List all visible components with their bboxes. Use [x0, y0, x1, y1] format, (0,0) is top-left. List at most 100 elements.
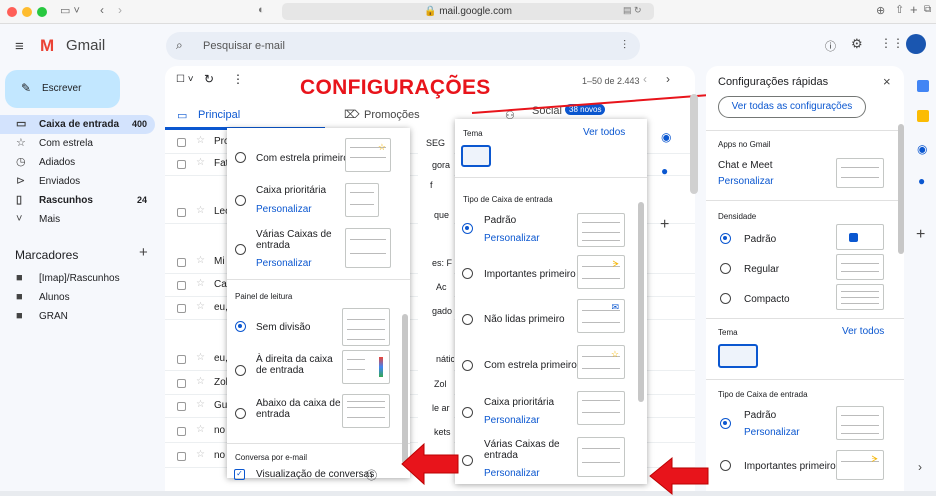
- sidebar-item-inbox[interactable]: ▭ Caixa de entrada 400: [0, 115, 155, 134]
- inbox-default-customize-link[interactable]: Personalizar: [744, 427, 800, 438]
- quick-settings-panel: Configurações rápidas × Ver todas as con…: [706, 66, 904, 491]
- radio-inbox-important-first[interactable]: [720, 460, 731, 471]
- sidebar-toggle-icon[interactable]: ▭ ˅: [60, 4, 80, 17]
- theme-see-all-link[interactable]: Ver todos: [583, 127, 625, 138]
- preview-thumbnail: [345, 183, 379, 217]
- sidebar-item-snoozed[interactable]: ◷ Adiados: [0, 153, 155, 172]
- tab-promocoes[interactable]: ⌦ Promoções: [340, 100, 450, 130]
- partial-content-column: SEG gora f que es: F Ac gado nátic Zol l…: [418, 132, 454, 487]
- keep-icon[interactable]: [917, 110, 929, 122]
- multi-customize-link[interactable]: Personalizar: [484, 468, 540, 479]
- apps-grid-icon[interactable]: ⋮⋮: [880, 36, 904, 50]
- tasks-icon[interactable]: ◉: [661, 130, 671, 144]
- radio-density-regular[interactable]: [720, 263, 731, 274]
- theme-see-all-link[interactable]: Ver todos: [842, 326, 884, 337]
- label-icon: ■: [16, 291, 23, 303]
- calendar-icon[interactable]: [917, 80, 929, 92]
- default-customize-link[interactable]: Personalizar: [484, 233, 540, 244]
- radio-priority-inbox[interactable]: [462, 407, 473, 418]
- address-bar[interactable]: 🔒 mail.google.com: [282, 3, 654, 20]
- theme-thumbnail[interactable]: [718, 344, 758, 368]
- annotation-arrow-middle: [649, 456, 709, 496]
- select-all-checkbox[interactable]: ☐ ˅: [176, 74, 194, 85]
- add-label-icon[interactable]: +: [139, 244, 148, 261]
- chevron-down-icon: ˅: [16, 213, 23, 225]
- expand-side-panel-icon[interactable]: ›: [918, 460, 922, 474]
- radio-inbox-default[interactable]: [720, 418, 731, 429]
- preview-thumbnail: ☆: [345, 138, 391, 172]
- radio-important-first[interactable]: [462, 268, 473, 279]
- settings-gear-icon[interactable]: ⚙: [851, 36, 863, 52]
- contacts-icon[interactable]: ●: [918, 174, 925, 188]
- label-item[interactable]: ■ Alunos: [0, 288, 155, 307]
- priority-customize-link[interactable]: Personalizar: [256, 204, 312, 215]
- preview-thumbnail: ᗒ: [836, 450, 884, 480]
- contacts-icon[interactable]: ●: [661, 164, 668, 178]
- theme-thumbnail[interactable]: [461, 145, 491, 167]
- radio-default-inbox[interactable]: [462, 223, 473, 234]
- close-window-button[interactable]: [7, 7, 17, 17]
- radio-starred-first[interactable]: [235, 152, 246, 163]
- shield-icon[interactable]: ◐: [258, 4, 265, 16]
- close-icon[interactable]: ×: [883, 74, 891, 89]
- search-bar[interactable]: ⌕ Pesquisar e-mail ⫶: [166, 32, 640, 60]
- tasks-icon[interactable]: ◉: [917, 142, 927, 156]
- label-item[interactable]: ■ GRAN: [0, 307, 155, 326]
- radio-below-inbox[interactable]: [235, 408, 246, 419]
- priority-customize-link[interactable]: Personalizar: [484, 415, 540, 426]
- radio-right-of-inbox[interactable]: [235, 365, 246, 376]
- middle-panel-scrollbar[interactable]: [638, 202, 644, 402]
- sidebar-item-drafts[interactable]: ▯ Rascunhos 24: [0, 191, 155, 210]
- forward-icon[interactable]: ›: [118, 3, 122, 17]
- more-icon[interactable]: ⋮: [232, 72, 244, 86]
- preview-thumbnail: [836, 254, 884, 280]
- compose-button[interactable]: ✎ Escrever: [5, 70, 120, 108]
- inbox-icon: ▭: [16, 118, 27, 130]
- radio-unread-first[interactable]: [462, 314, 473, 325]
- tab-principal[interactable]: ▭ Principal: [165, 100, 325, 130]
- sidebar-item-more[interactable]: ˅ Mais: [0, 210, 155, 229]
- radio-density-compact[interactable]: [720, 293, 731, 304]
- label-item[interactable]: ■ [Imap]/Rascunhos: [0, 269, 155, 288]
- search-icon[interactable]: ⌕: [176, 38, 183, 53]
- download-icon[interactable]: ⊕: [876, 4, 885, 17]
- labels-title: Marcadores: [15, 248, 79, 262]
- tabs-overview-icon[interactable]: ⧉: [924, 4, 931, 15]
- multi-customize-link[interactable]: Personalizar: [256, 258, 312, 269]
- new-tab-icon[interactable]: +: [910, 2, 918, 17]
- refresh-icon[interactable]: ↻: [204, 72, 214, 86]
- help-icon[interactable]: ⓘ: [825, 38, 836, 54]
- radio-multiple-inboxes[interactable]: [462, 455, 473, 466]
- preview-thumbnail: [577, 437, 625, 477]
- main-menu-icon[interactable]: ≡: [15, 38, 24, 55]
- label-icon: ■: [16, 310, 23, 322]
- see-all-settings-button[interactable]: Ver todas as configurações: [718, 96, 866, 118]
- radio-starred-first[interactable]: [462, 360, 473, 371]
- quick-settings-scrollbar[interactable]: [898, 124, 904, 254]
- minimize-window-button[interactable]: [22, 7, 32, 17]
- list-scrollbar[interactable]: [690, 94, 698, 194]
- chat-meet-customize-link[interactable]: Personalizar: [718, 176, 774, 187]
- radio-multiple-inboxes[interactable]: [235, 244, 246, 255]
- help-icon[interactable]: ⓘ: [366, 467, 377, 483]
- conversation-view-checkbox[interactable]: ✓: [234, 469, 245, 480]
- preview-thumbnail: [342, 308, 390, 346]
- share-icon[interactable]: ⇧: [895, 3, 904, 16]
- gmail-logo-icon[interactable]: M: [40, 36, 54, 56]
- sidebar-item-starred[interactable]: ☆ Com estrela: [0, 134, 155, 153]
- avatar[interactable]: [906, 34, 926, 54]
- reader-icon[interactable]: ▤ ↻: [623, 5, 642, 16]
- search-options-icon[interactable]: ⫶: [623, 38, 626, 53]
- conversation-title: Conversa por e-mail: [235, 453, 308, 462]
- radio-priority-inbox[interactable]: [235, 195, 246, 206]
- preview-thumbnail: ᗒ: [577, 255, 625, 289]
- search-input[interactable]: Pesquisar e-mail: [203, 40, 285, 52]
- maximize-window-button[interactable]: [37, 7, 47, 17]
- back-icon[interactable]: ‹: [100, 3, 104, 17]
- add-addon-icon[interactable]: +: [916, 226, 925, 244]
- add-addon-icon[interactable]: +: [660, 216, 669, 234]
- sidebar-item-sent[interactable]: ⊳ Enviados: [0, 172, 155, 191]
- send-icon: ⊳: [16, 175, 26, 187]
- radio-density-default[interactable]: [720, 233, 731, 244]
- radio-no-split[interactable]: [235, 321, 246, 332]
